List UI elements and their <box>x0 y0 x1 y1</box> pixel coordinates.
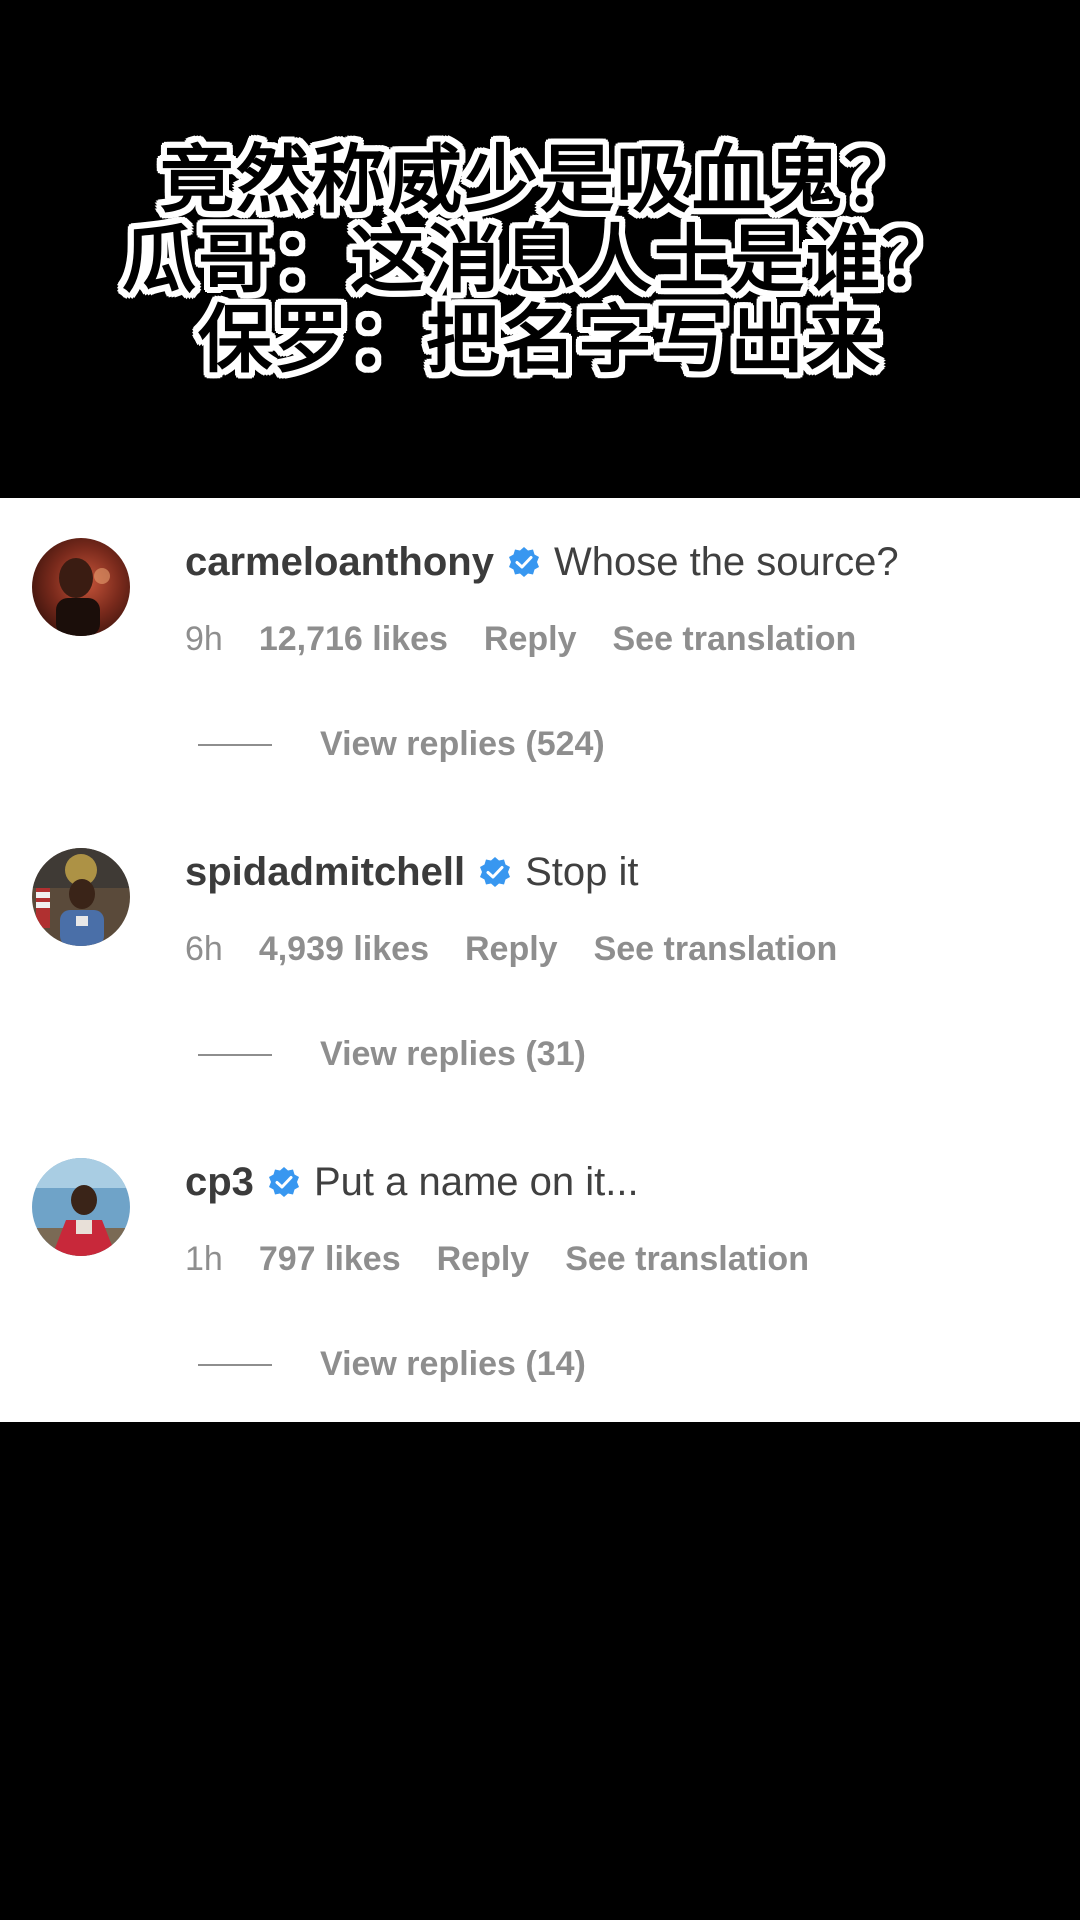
avatar-photo-icon <box>32 538 130 636</box>
comment-text: Whose the source? <box>553 540 899 584</box>
verified-badge-icon <box>268 1166 299 1197</box>
avatar[interactable] <box>32 538 130 636</box>
likes-count[interactable]: 4,939 likes <box>259 930 429 969</box>
comment-meta: 1h 797 likes Reply See translation <box>185 1240 845 1279</box>
see-translation-button[interactable]: See translation <box>594 930 838 969</box>
verified-badge-icon <box>508 546 539 577</box>
comment-body: cp3 Put a name on it... <box>185 1160 639 1205</box>
comment-item: spidadmitchell Stop it 6h 4,939 likes Re… <box>0 808 1080 1118</box>
avatar-photo-icon <box>32 1158 130 1256</box>
comment-meta: 6h 4,939 likes Reply See translation <box>185 930 873 969</box>
comment-body: carmeloanthony Whose the source? <box>185 540 899 585</box>
comment-time: 9h <box>185 620 223 658</box>
username[interactable]: carmeloanthony <box>185 540 494 585</box>
video-title-line-2: 瓜哥：这消息人士是谁？ <box>122 217 958 303</box>
comment-body: spidadmitchell Stop it <box>185 850 638 895</box>
see-translation-button[interactable]: See translation <box>612 620 856 659</box>
reply-button[interactable]: Reply <box>465 930 558 969</box>
username[interactable]: cp3 <box>185 1160 254 1205</box>
comment-text: Stop it <box>525 850 639 894</box>
view-replies-button[interactable]: View replies (524) <box>198 725 605 764</box>
comment-time: 6h <box>185 930 223 968</box>
avatar[interactable] <box>32 1158 130 1256</box>
view-replies-label: View replies (14) <box>320 1345 586 1383</box>
view-replies-label: View replies (31) <box>320 1035 586 1073</box>
comment-text: Put a name on it... <box>313 1160 639 1204</box>
see-translation-button[interactable]: See translation <box>565 1240 809 1279</box>
video-title: 竟然称威少是吸血鬼？ 瓜哥：这消息人士是谁？ 保罗：把名字写出来 <box>0 140 1080 380</box>
likes-count[interactable]: 12,716 likes <box>259 620 448 659</box>
view-replies-button[interactable]: View replies (31) <box>198 1035 586 1074</box>
comment-item: cp3 Put a name on it... 1h 797 likes Rep… <box>0 1118 1080 1428</box>
replies-divider <box>198 1363 272 1366</box>
view-replies-button[interactable]: View replies (14) <box>198 1345 586 1384</box>
reply-button[interactable]: Reply <box>437 1240 530 1279</box>
avatar-photo-icon <box>32 848 130 946</box>
replies-divider <box>198 743 272 746</box>
comment-time: 1h <box>185 1240 223 1278</box>
video-title-line-1: 竟然称威少是吸血鬼？ <box>160 137 920 223</box>
comment-meta: 9h 12,716 likes Reply See translation <box>185 620 892 659</box>
comments-panel: carmeloanthony Whose the source? 9h 12,7… <box>0 498 1080 1422</box>
username[interactable]: spidadmitchell <box>185 850 465 895</box>
reply-button[interactable]: Reply <box>484 620 577 659</box>
likes-count[interactable]: 797 likes <box>259 1240 401 1279</box>
replies-divider <box>198 1053 272 1056</box>
video-title-line-3: 保罗：把名字写出来 <box>198 297 882 383</box>
verified-badge-icon <box>480 856 511 887</box>
avatar[interactable] <box>32 848 130 946</box>
comment-item: carmeloanthony Whose the source? 9h 12,7… <box>0 498 1080 808</box>
view-replies-label: View replies (524) <box>320 725 605 763</box>
